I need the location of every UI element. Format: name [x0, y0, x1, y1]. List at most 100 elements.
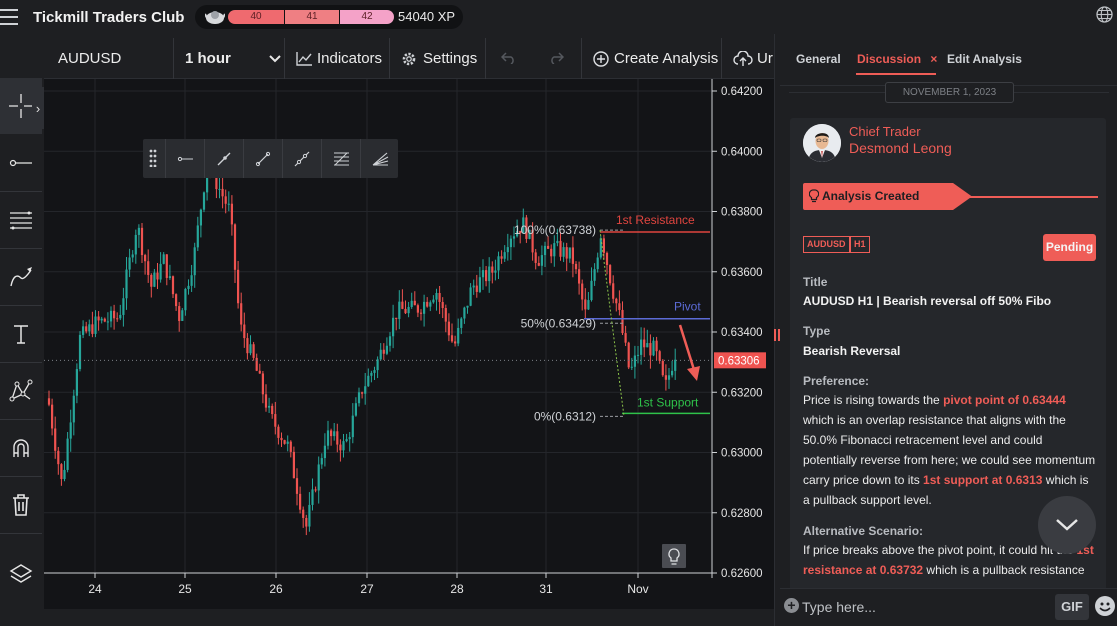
magnet-tool[interactable]: [0, 420, 42, 476]
upload-label: Ur: [757, 50, 773, 67]
parallel-lines-tool[interactable]: [0, 192, 42, 248]
fib-50-label: 50%(0.63429): [521, 316, 596, 330]
candle-body: [323, 445, 326, 459]
message-input[interactable]: [802, 595, 1042, 619]
candle-body: [630, 366, 633, 368]
active-tab-indicator: [856, 73, 936, 75]
candle-body: [240, 303, 243, 325]
candle-body: [168, 276, 171, 278]
y-tick-label: 0.63200: [721, 387, 763, 399]
trash-icon: [13, 494, 29, 516]
candle-body: [463, 307, 466, 319]
candle-body: [299, 493, 302, 510]
candle-body: [302, 509, 305, 518]
candle-body: [553, 243, 556, 257]
undo-icon[interactable]: [501, 52, 516, 64]
candle-body: [574, 263, 578, 270]
scroll-down-button[interactable]: [1038, 496, 1096, 554]
globe-icon[interactable]: [1096, 6, 1113, 23]
candle-body: [444, 308, 447, 322]
title-label: Title: [803, 275, 828, 289]
candle-body: [460, 318, 463, 328]
horizontal-line-tool[interactable]: [0, 135, 42, 191]
xp-level-current: 40: [228, 10, 284, 24]
indicators-label: Indicators: [317, 50, 383, 67]
settings-button[interactable]: Settings: [401, 38, 477, 79]
candle-body: [571, 247, 574, 264]
fib-fan-button[interactable]: [360, 139, 398, 178]
candle-body: [568, 247, 571, 259]
candle-body: [633, 355, 636, 367]
layers-tool[interactable]: [0, 546, 42, 602]
banner-label: Analysis Created: [822, 189, 920, 203]
preference-label: Preference:: [803, 374, 870, 388]
app-title: Tickmill Traders Club: [33, 9, 185, 26]
candle-body: [277, 426, 280, 438]
candle-body: [385, 345, 388, 354]
candle-body: [106, 321, 109, 323]
candle-body: [144, 255, 147, 262]
alternative-text-2: which is a pullback resistance: [923, 563, 1085, 577]
candle-body: [438, 292, 441, 302]
redo-icon[interactable]: [549, 52, 564, 64]
xp-progress[interactable]: 40 41 42 54040 XP: [195, 5, 463, 29]
interval-selector[interactable]: 1 hour: [185, 38, 281, 79]
close-icon[interactable]: ×: [930, 52, 937, 66]
text-tool[interactable]: [0, 306, 42, 362]
gif-button[interactable]: GIF: [1055, 594, 1089, 620]
candle-body: [596, 257, 599, 270]
hamburger-menu-icon[interactable]: [0, 9, 18, 25]
interval-label: 1 hour: [185, 50, 231, 67]
fib-0-label: 0%(0.6312): [534, 409, 596, 423]
delete-drawings-tool[interactable]: [0, 477, 42, 533]
tab-discussion[interactable]: Discussion ×: [857, 52, 937, 66]
trend-line-button[interactable]: [204, 139, 242, 178]
y-tick-label: 0.63600: [721, 267, 763, 279]
tab-general[interactable]: General: [796, 52, 841, 66]
line-segment-button[interactable]: [243, 139, 281, 178]
pattern-tool[interactable]: [0, 363, 42, 419]
candle-body: [72, 395, 75, 423]
candle-body: [416, 305, 419, 313]
candle-body: [150, 274, 153, 287]
layers-icon: [9, 564, 33, 583]
candle-body: [125, 269, 128, 299]
candle-body: [162, 254, 165, 264]
emoji-icon[interactable]: [1095, 596, 1115, 616]
expand-tools-arrow[interactable]: ›: [32, 87, 44, 129]
candle-body: [221, 188, 224, 197]
candle-body: [97, 316, 100, 321]
candle-body: [190, 275, 193, 286]
candle-body: [333, 431, 336, 437]
toolbar-divider: [721, 38, 722, 79]
top-bar: Tickmill Traders Club 40 41 42 54040 XP: [0, 0, 1117, 34]
tab-edit-analysis[interactable]: Edit Analysis: [947, 52, 1022, 66]
drag-handle-icon[interactable]: [149, 149, 157, 168]
fib-retracement-button[interactable]: [321, 139, 359, 178]
candle-body: [364, 386, 367, 394]
type-label: Type: [803, 324, 831, 338]
indicators-button[interactable]: Indicators: [296, 38, 382, 79]
horizontal-ray-button[interactable]: [165, 139, 203, 178]
symbol-selector[interactable]: AUDUSD: [58, 38, 121, 79]
create-analysis-button[interactable]: Create Analysis: [593, 38, 718, 79]
candle-body: [612, 283, 615, 299]
candle-body: [134, 234, 137, 255]
candle-body: [292, 451, 295, 479]
support-label: 1st Support: [637, 395, 699, 409]
candle-body: [320, 458, 323, 465]
cloud-upload-icon: [733, 50, 753, 66]
candle-body: [404, 308, 407, 314]
candle-body: [78, 334, 82, 370]
candle-body: [249, 344, 252, 354]
extended-line-button[interactable]: [282, 139, 320, 178]
candle-body: [345, 439, 348, 442]
candle-body: [165, 254, 168, 278]
pivot-highlight: pivot point of 0.63444: [943, 393, 1066, 407]
add-attachment-icon[interactable]: +: [784, 598, 799, 613]
y-tick-label: 0.62800: [721, 508, 763, 520]
candle-body: [66, 438, 69, 470]
upload-button[interactable]: Ur: [733, 38, 773, 79]
status-badge: Pending: [1043, 234, 1096, 261]
brush-tool[interactable]: [0, 249, 42, 305]
